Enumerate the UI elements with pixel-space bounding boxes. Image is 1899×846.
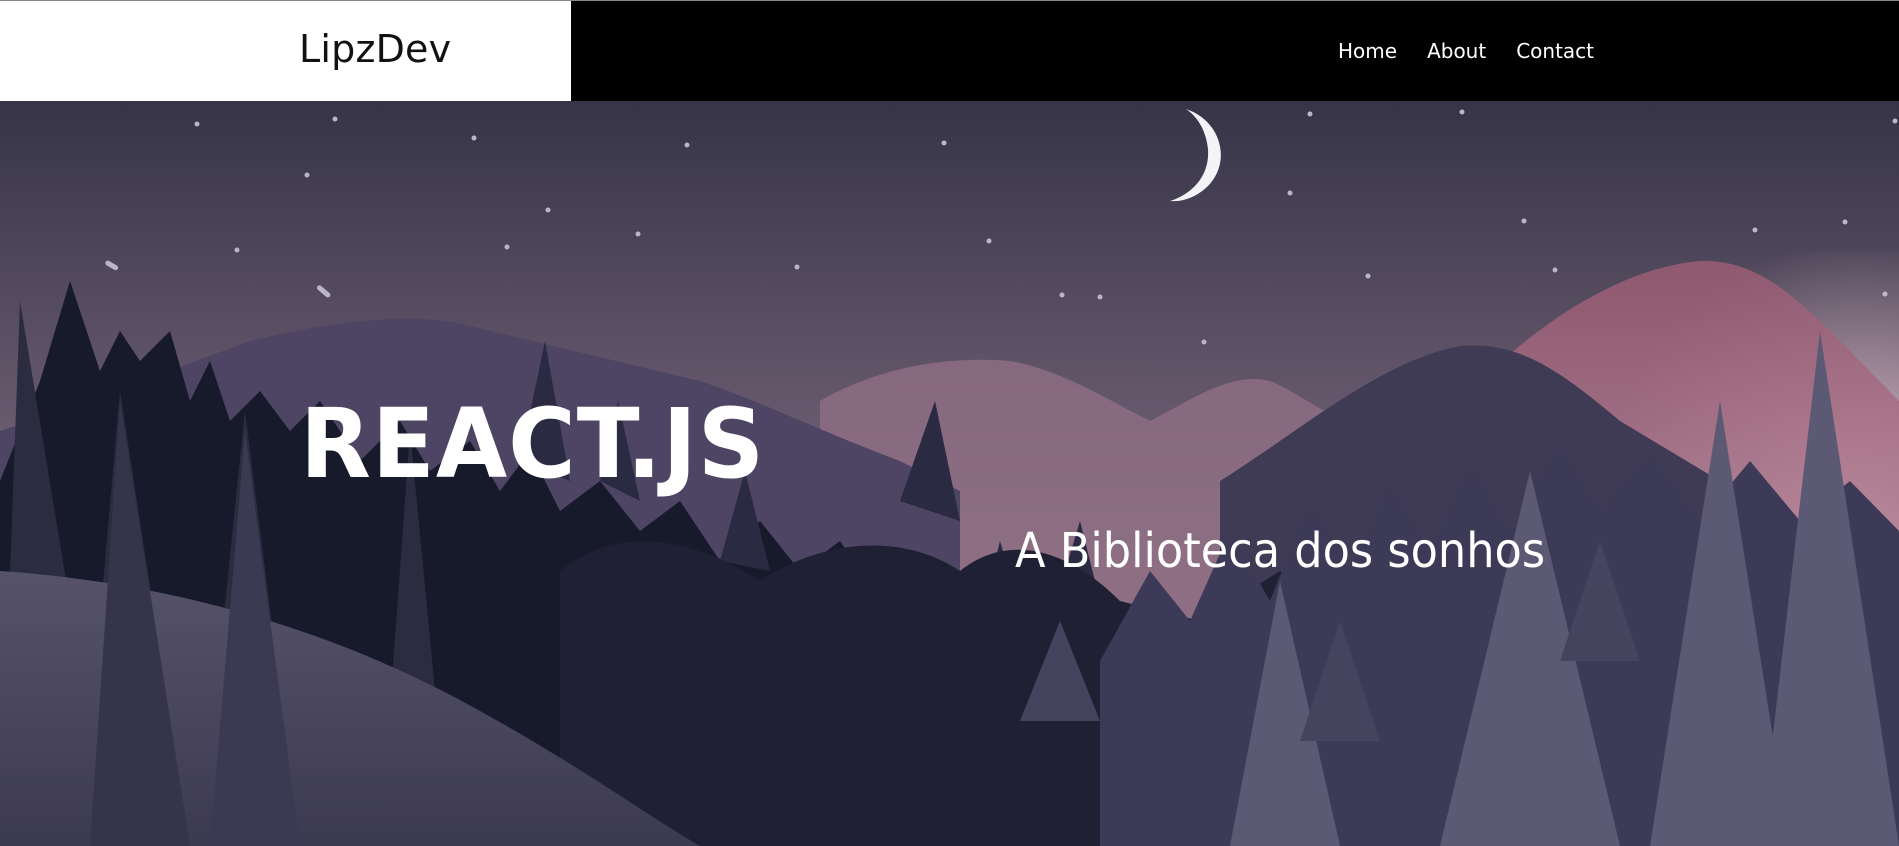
page: LipzDev Home About Contact REACT.JS A Bi…	[0, 0, 1899, 846]
brand-box: LipzDev	[0, 1, 571, 101]
hero-landscape-illustration	[0, 101, 1899, 846]
nav-link-home[interactable]: Home	[1338, 39, 1397, 63]
hero-subtitle: A Biblioteca dos sonhos	[1015, 523, 1546, 579]
hero-section: REACT.JS A Biblioteca dos sonhos	[0, 101, 1899, 846]
nav-link-about[interactable]: About	[1427, 39, 1486, 63]
nav-menu: Home About Contact	[1338, 39, 1594, 63]
navbar: LipzDev Home About Contact	[0, 0, 1899, 101]
brand-logo[interactable]: LipzDev	[299, 27, 451, 71]
nav-link-contact[interactable]: Contact	[1516, 39, 1594, 63]
hero-title: REACT.JS	[300, 388, 766, 500]
